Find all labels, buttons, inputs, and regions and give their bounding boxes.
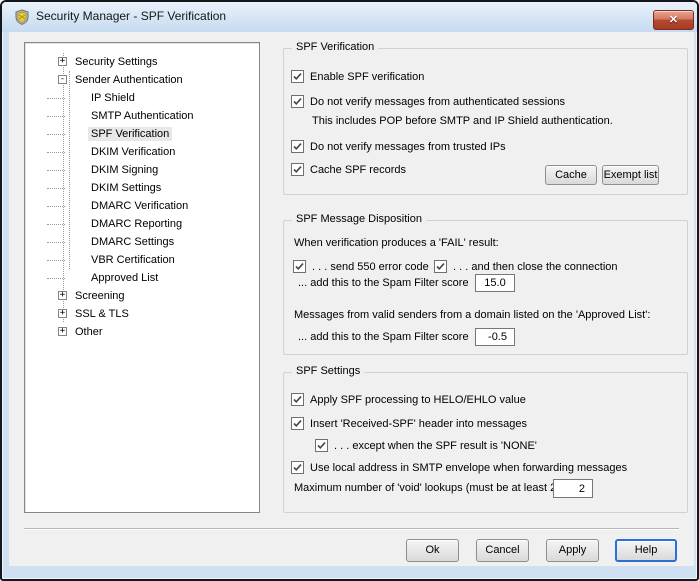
- shield-icon: [14, 9, 30, 25]
- tree-item-dkim-verification[interactable]: DKIM Verification: [25, 143, 259, 161]
- close-icon: ✕: [669, 14, 678, 26]
- group-title: SPF Verification: [292, 41, 378, 53]
- tree-item-label: DKIM Settings: [88, 181, 164, 195]
- tree-item-label: Screening: [72, 289, 128, 303]
- tree-item-screening[interactable]: + Screening: [25, 287, 259, 305]
- checkbox-no-verify-trusted-ips[interactable]: Do not verify messages from trusted IPs: [291, 139, 506, 154]
- group-title: SPF Settings: [292, 365, 364, 377]
- checkbox-label: Do not verify messages from trusted IPs: [310, 141, 506, 153]
- tree-item-dkim-settings[interactable]: DKIM Settings: [25, 179, 259, 197]
- window-title: Security Manager - SPF Verification: [36, 2, 226, 32]
- tree-item-ip-shield[interactable]: IP Shield: [25, 89, 259, 107]
- checkbox-checked-icon: [315, 439, 328, 452]
- checkbox-checked-icon: [291, 70, 304, 83]
- checkbox-label: Insert 'Received-SPF' header into messag…: [310, 418, 527, 430]
- checkbox-enable-spf-verification[interactable]: Enable SPF verification: [291, 69, 424, 84]
- checkbox-checked-icon: [291, 140, 304, 153]
- tree-item-sender-authentication[interactable]: - Sender Authentication: [25, 71, 259, 89]
- tree-item-label: Other: [72, 325, 106, 339]
- checkbox-label: . . . send 550 error code: [312, 261, 429, 273]
- checkbox-local-address-forwarding[interactable]: Use local address in SMTP envelope when …: [291, 460, 627, 475]
- tree-item-label: SSL & TLS: [72, 307, 132, 321]
- checkbox-checked-icon: [291, 461, 304, 474]
- cancel-button[interactable]: Cancel: [476, 539, 529, 562]
- tree-item-label: Security Settings: [72, 55, 161, 69]
- checkbox-label: . . . except when the SPF result is 'NON…: [334, 440, 537, 452]
- exempt-list-button[interactable]: Exempt list: [602, 165, 659, 185]
- fail-result-intro: When verification produces a 'FAIL' resu…: [294, 237, 499, 249]
- tree-item-dmarc-settings[interactable]: DMARC Settings: [25, 233, 259, 251]
- ok-button[interactable]: Ok: [406, 539, 459, 562]
- checkbox-insert-received-spf[interactable]: Insert 'Received-SPF' header into messag…: [291, 416, 527, 431]
- checkbox-no-verify-authenticated[interactable]: Do not verify messages from authenticate…: [291, 94, 565, 109]
- approved-score-input[interactable]: [475, 328, 515, 346]
- expand-plus-icon[interactable]: +: [58, 309, 67, 318]
- checkbox-checked-icon: [291, 393, 304, 406]
- apply-button[interactable]: Apply: [546, 539, 599, 562]
- checkbox-label: Do not verify messages from authenticate…: [310, 96, 565, 108]
- checkbox-except-spf-none[interactable]: . . . except when the SPF result is 'NON…: [315, 438, 537, 453]
- checkbox-checked-icon: [291, 95, 304, 108]
- tree-item-label: DMARC Reporting: [88, 217, 185, 231]
- expand-plus-icon[interactable]: +: [58, 57, 67, 66]
- tree-item-label: Sender Authentication: [72, 73, 186, 87]
- checkbox-checked-icon: [434, 260, 447, 273]
- tree-item-dmarc-verification[interactable]: DMARC Verification: [25, 197, 259, 215]
- void-lookups-input[interactable]: [553, 479, 593, 498]
- close-button[interactable]: ✕: [653, 10, 694, 30]
- tree-item-label: DMARC Settings: [88, 235, 177, 249]
- tree-item-dmarc-reporting[interactable]: DMARC Reporting: [25, 215, 259, 233]
- checkbox-checked-icon: [291, 163, 304, 176]
- tree-item-label: DKIM Verification: [88, 145, 178, 159]
- checkbox-label: Apply SPF processing to HELO/EHLO value: [310, 394, 526, 406]
- expand-plus-icon[interactable]: +: [58, 291, 67, 300]
- help-button[interactable]: Help: [615, 539, 677, 562]
- cache-button[interactable]: Cache: [545, 165, 597, 185]
- approved-list-intro: Messages from valid senders from a domai…: [294, 309, 650, 321]
- tree-item-ssl-tls[interactable]: + SSL & TLS: [25, 305, 259, 323]
- fail-score-input[interactable]: [475, 274, 515, 292]
- tree-item-label: DKIM Signing: [88, 163, 161, 177]
- group-title: SPF Message Disposition: [292, 213, 426, 225]
- tree-item-label: DMARC Verification: [88, 199, 191, 213]
- tree-item-other[interactable]: + Other: [25, 323, 259, 341]
- pop-before-smtp-note: This includes POP before SMTP and IP Shi…: [312, 115, 613, 127]
- checkbox-label: Cache SPF records: [310, 164, 406, 176]
- footer-separator: [24, 528, 679, 529]
- title-bar[interactable]: Security Manager - SPF Verification ✕: [2, 2, 697, 32]
- checkbox-close-connection[interactable]: . . . and then close the connection: [434, 259, 618, 274]
- checkbox-apply-spf-helo[interactable]: Apply SPF processing to HELO/EHLO value: [291, 392, 526, 407]
- tree-item-spf-verification[interactable]: SPF Verification: [25, 125, 259, 143]
- tree-item-security-settings[interactable]: + Security Settings: [25, 53, 259, 71]
- checkbox-checked-icon: [291, 417, 304, 430]
- approved-score-label: ... add this to the Spam Filter score: [298, 331, 469, 343]
- tree-item-dkim-signing[interactable]: DKIM Signing: [25, 161, 259, 179]
- settings-tree: + Security Settings - Sender Authenticat…: [24, 42, 260, 513]
- checkbox-cache-spf-records[interactable]: Cache SPF records: [291, 162, 406, 177]
- tree-item-smtp-authentication[interactable]: SMTP Authentication: [25, 107, 259, 125]
- fail-score-label: ... add this to the Spam Filter score: [298, 277, 469, 289]
- tree-item-approved-list[interactable]: Approved List: [25, 269, 259, 287]
- tree-item-label: VBR Certification: [88, 253, 178, 267]
- tree-item-vbr-certification[interactable]: VBR Certification: [25, 251, 259, 269]
- void-lookups-label: Maximum number of 'void' lookups (must b…: [294, 482, 560, 494]
- dialog-window: Security Manager - SPF Verification ✕ + …: [0, 0, 699, 581]
- expand-plus-icon[interactable]: +: [58, 327, 67, 336]
- checkbox-label: Use local address in SMTP envelope when …: [310, 462, 627, 474]
- checkbox-checked-icon: [293, 260, 306, 273]
- checkbox-label: Enable SPF verification: [310, 71, 424, 83]
- tree-item-label: Approved List: [88, 271, 161, 285]
- tree-item-label-selected: SPF Verification: [88, 127, 172, 141]
- checkbox-send-550-error[interactable]: . . . send 550 error code: [293, 259, 429, 274]
- tree-item-label: IP Shield: [88, 91, 138, 105]
- collapse-minus-icon[interactable]: -: [58, 75, 67, 84]
- checkbox-label: . . . and then close the connection: [453, 261, 618, 273]
- tree-item-label: SMTP Authentication: [88, 109, 197, 123]
